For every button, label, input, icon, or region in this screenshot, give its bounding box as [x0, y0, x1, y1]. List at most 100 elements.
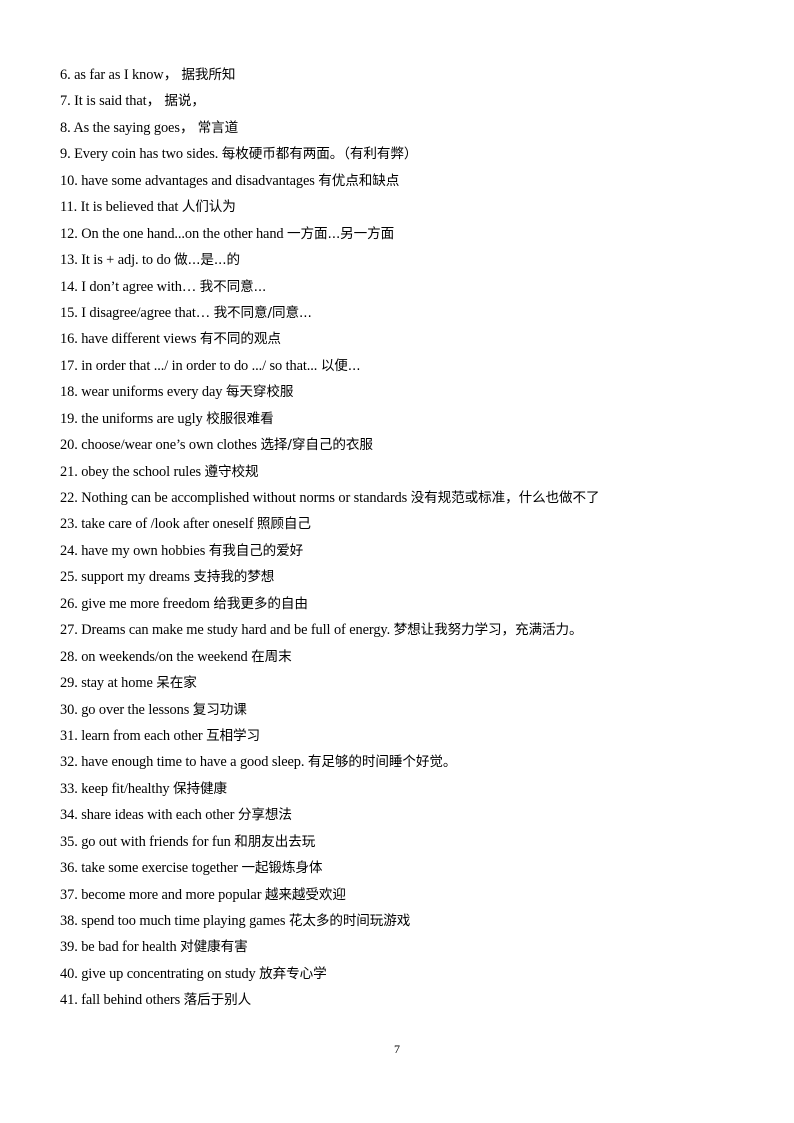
phrase-index: 34.	[60, 807, 78, 824]
phrase-index: 25.	[60, 569, 78, 586]
phrase-index: 7.	[60, 93, 71, 110]
phrase-chinese: 花太多的时间玩游戏	[288, 913, 411, 929]
phrase-line: 26. give me more freedom 给我更多的自由	[60, 591, 740, 617]
phrase-line: 14. I don’t agree with… 我不同意...	[60, 274, 740, 300]
phrase-index: 24.	[60, 542, 78, 559]
phrase-english: Nothing can be accomplished without norm…	[81, 490, 408, 506]
phrase-line: 20. choose/wear one’s own clothes 选择/穿自己…	[60, 432, 740, 458]
document-page: 6. as far as I know， 据我所知 7. It is said t…	[0, 0, 794, 1123]
phrase-chinese: 有优点和缺点	[318, 172, 400, 189]
phrase-index: 28.	[60, 648, 78, 665]
phrase-index: 14.	[60, 278, 78, 295]
phrase-chinese: 梦想让我努力学习，充满活力。	[393, 622, 583, 639]
phrase-line: 30. go over the lessons 复习功课	[60, 697, 740, 723]
phrase-english: I disagree/agree that…	[81, 304, 211, 321]
phrase-chinese: 分享想法	[237, 807, 292, 824]
phrase-english: take some exercise together	[81, 860, 238, 877]
phrase-index: 31.	[60, 727, 78, 744]
phrase-line: 21. obey the school rules 遵守校规	[60, 459, 740, 485]
phrase-index: 27.	[60, 622, 78, 639]
phrase-english: Dreams can make me study hard and be ful…	[81, 622, 391, 639]
phrase-english: wear uniforms every day	[81, 384, 223, 401]
phrase-index: 37.	[60, 886, 78, 903]
phrase-index: 15.	[60, 304, 78, 321]
phrase-chinese: 落后于别人	[183, 992, 252, 1009]
phrase-line: 12. On the one hand...on the other hand …	[60, 221, 740, 247]
phrase-index: 40.	[60, 965, 78, 982]
phrase-line: 15. I disagree/agree that… 我不同意/同意...	[60, 300, 740, 326]
phrase-english: have different views	[81, 331, 197, 348]
phrase-english: spend too much time playing games	[81, 913, 286, 929]
phrase-index: 36.	[60, 860, 78, 877]
phrase-chinese: 给我更多的自由	[213, 595, 308, 612]
phrase-index: 16.	[60, 331, 78, 348]
phrase-chinese: 常言道	[197, 119, 239, 136]
phrase-line: 6. as far as I know， 据我所知	[60, 62, 740, 88]
phrase-index: 39.	[60, 939, 78, 956]
phrase-english: It is + adj. to do	[81, 252, 171, 269]
phrase-index: 19.	[60, 410, 78, 427]
phrase-index: 13.	[60, 252, 78, 269]
phrase-index: 20.	[60, 437, 78, 454]
phrase-chinese: 一方面...另一方面	[287, 225, 395, 242]
phrase-english: choose/wear one’s own clothes	[81, 437, 257, 454]
phrase-english: obey the school rules	[81, 463, 201, 480]
phrase-english: Every coin has two sides.	[74, 146, 219, 163]
phrase-english: go out with friends for fun	[81, 833, 231, 850]
phrase-index: 38.	[60, 913, 78, 929]
phrase-english: It is said that，	[74, 93, 161, 110]
phrase-line: 16. have different views 有不同的观点	[60, 326, 740, 352]
phrase-chinese: 人们认为	[181, 199, 236, 216]
phrase-line: 25. support my dreams 支持我的梦想	[60, 564, 740, 590]
phrase-english: As the saying goes，	[73, 119, 195, 136]
phrase-line: 23. take care of /look after oneself 照顾自…	[60, 511, 740, 537]
phrase-line: 29. stay at home 呆在家	[60, 670, 740, 696]
page-number: 7	[394, 1042, 400, 1056]
phrase-chinese: 在周末	[251, 648, 292, 665]
phrase-chinese: 据说，	[164, 93, 205, 110]
phrase-english: go over the lessons	[81, 701, 190, 718]
phrase-line: 18. wear uniforms every day 每天穿校服	[60, 379, 740, 405]
phrase-chinese: 放弃专心学	[259, 965, 327, 982]
phrase-line: 10. have some advantages and disadvantag…	[60, 168, 740, 194]
phrase-line: 13. It is + adj. to do 做...是...的	[60, 247, 740, 273]
phrase-chinese: 每天穿校服	[225, 384, 294, 401]
phrase-line: 19. the uniforms are ugly 校服很难看	[60, 406, 740, 432]
phrase-english: become more and more popular	[81, 886, 262, 903]
phrase-line: 28. on weekends/on the weekend 在周末	[60, 644, 740, 670]
phrase-chinese: 支持我的梦想	[193, 569, 275, 586]
phrase-line: 36. take some exercise together 一起锻炼身体	[60, 855, 740, 881]
phrase-chinese: 选择/穿自己的衣服	[260, 437, 373, 454]
phrase-english: share ideas with each other	[81, 807, 235, 824]
phrase-english: fall behind others	[81, 992, 181, 1009]
phrase-line: 27. Dreams can make me study hard and be…	[60, 617, 740, 643]
phrase-chinese: 以便...	[320, 357, 361, 374]
phrase-english: I don’t agree with…	[81, 278, 197, 295]
phrase-chinese: 我不同意/同意...	[213, 304, 312, 321]
phrase-chinese: 和朋友出去玩	[234, 833, 316, 850]
phrase-line: 8. As the saying goes， 常言道	[60, 115, 740, 141]
phrase-chinese: 有我自己的爱好	[208, 542, 304, 559]
phrase-line: 34. share ideas with each other 分享想法	[60, 802, 740, 828]
phrase-index: 22.	[60, 490, 78, 506]
phrase-index: 30.	[60, 701, 78, 718]
phrase-line: 37. become more and more popular 越来越受欢迎	[60, 882, 740, 908]
phrase-line: 7. It is said that， 据说，	[60, 88, 740, 114]
phrase-index: 41.	[60, 992, 78, 1009]
phrase-chinese: 校服很难看	[206, 410, 274, 427]
phrase-line: 24. have my own hobbies 有我自己的爱好	[60, 538, 740, 564]
phrase-english: give me more freedom	[81, 595, 210, 612]
phrase-english: stay at home	[81, 675, 153, 692]
phrase-index: 10.	[60, 172, 78, 189]
phrase-line: 33. keep fit/healthy 保持健康	[60, 776, 740, 802]
phrase-english: It is believed that	[80, 199, 179, 216]
phrase-list: 6. as far as I know， 据我所知 7. It is said t…	[60, 62, 740, 1014]
phrase-line: 17. in order that .../ in order to do ..…	[60, 353, 740, 379]
phrase-english: be bad for health	[81, 939, 177, 956]
phrase-line: 22. Nothing can be accomplished without …	[60, 485, 740, 511]
phrase-index: 35.	[60, 833, 78, 850]
phrase-english: have some advantages and disadvantages	[81, 172, 315, 189]
phrase-chinese: 做...是...的	[174, 252, 240, 269]
phrase-index: 32.	[60, 754, 78, 771]
phrase-index: 23.	[60, 516, 78, 533]
